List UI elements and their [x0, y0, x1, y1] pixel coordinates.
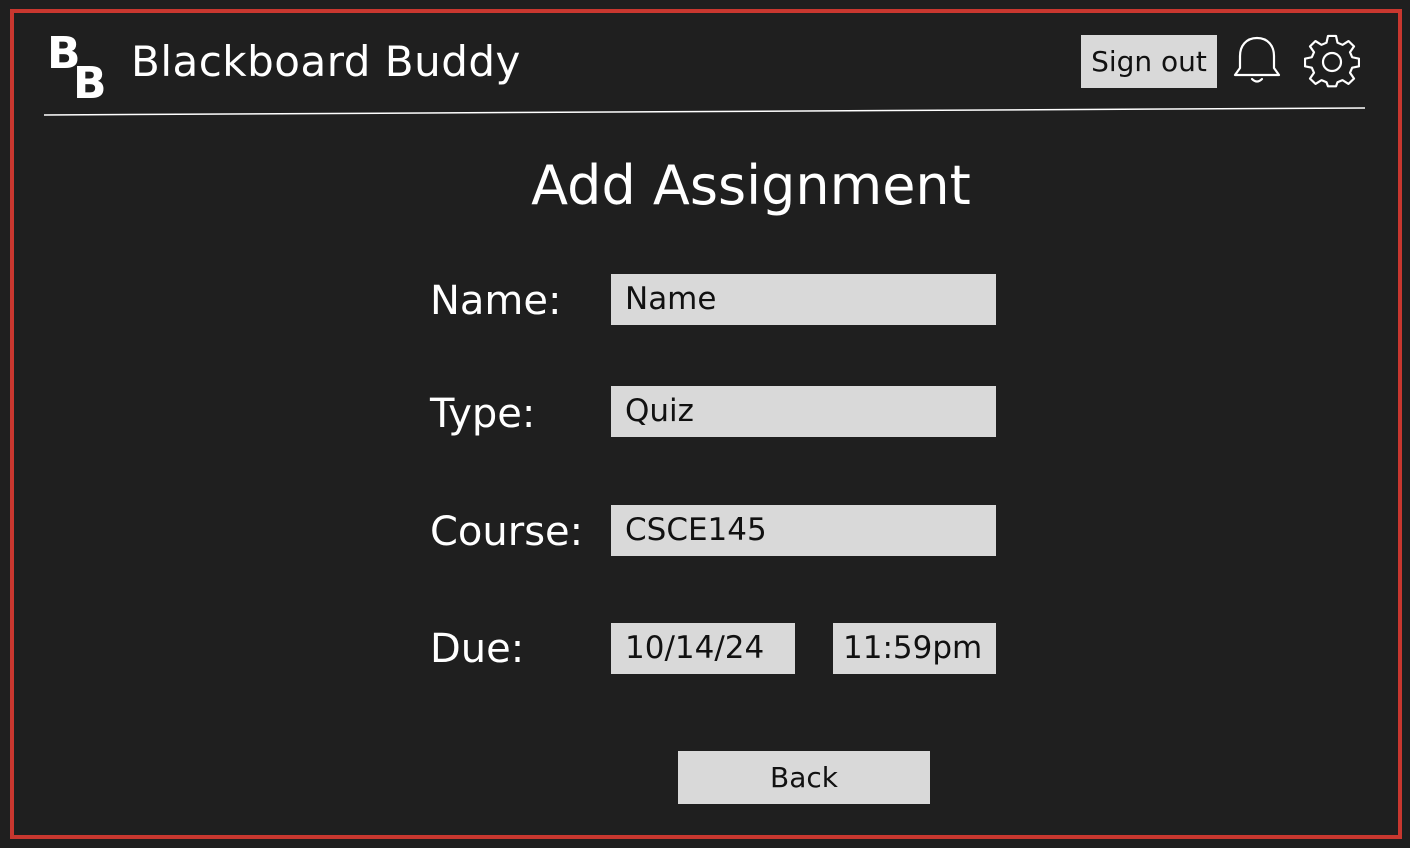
name-field[interactable]: Name	[611, 274, 996, 325]
due-date-field[interactable]: 10/14/24	[611, 623, 795, 674]
course-field[interactable]: CSCE145	[611, 505, 996, 556]
type-field[interactable]: Quiz	[611, 386, 996, 437]
back-button[interactable]: Back	[678, 751, 930, 804]
type-label: Type:	[430, 391, 536, 437]
due-label: Due:	[430, 626, 525, 672]
name-label: Name:	[430, 278, 562, 324]
page-title: Add Assignment	[531, 154, 971, 217]
header-divider	[44, 107, 1366, 116]
due-time-field[interactable]: 11:59pm	[833, 623, 996, 674]
course-label: Course:	[430, 509, 584, 555]
